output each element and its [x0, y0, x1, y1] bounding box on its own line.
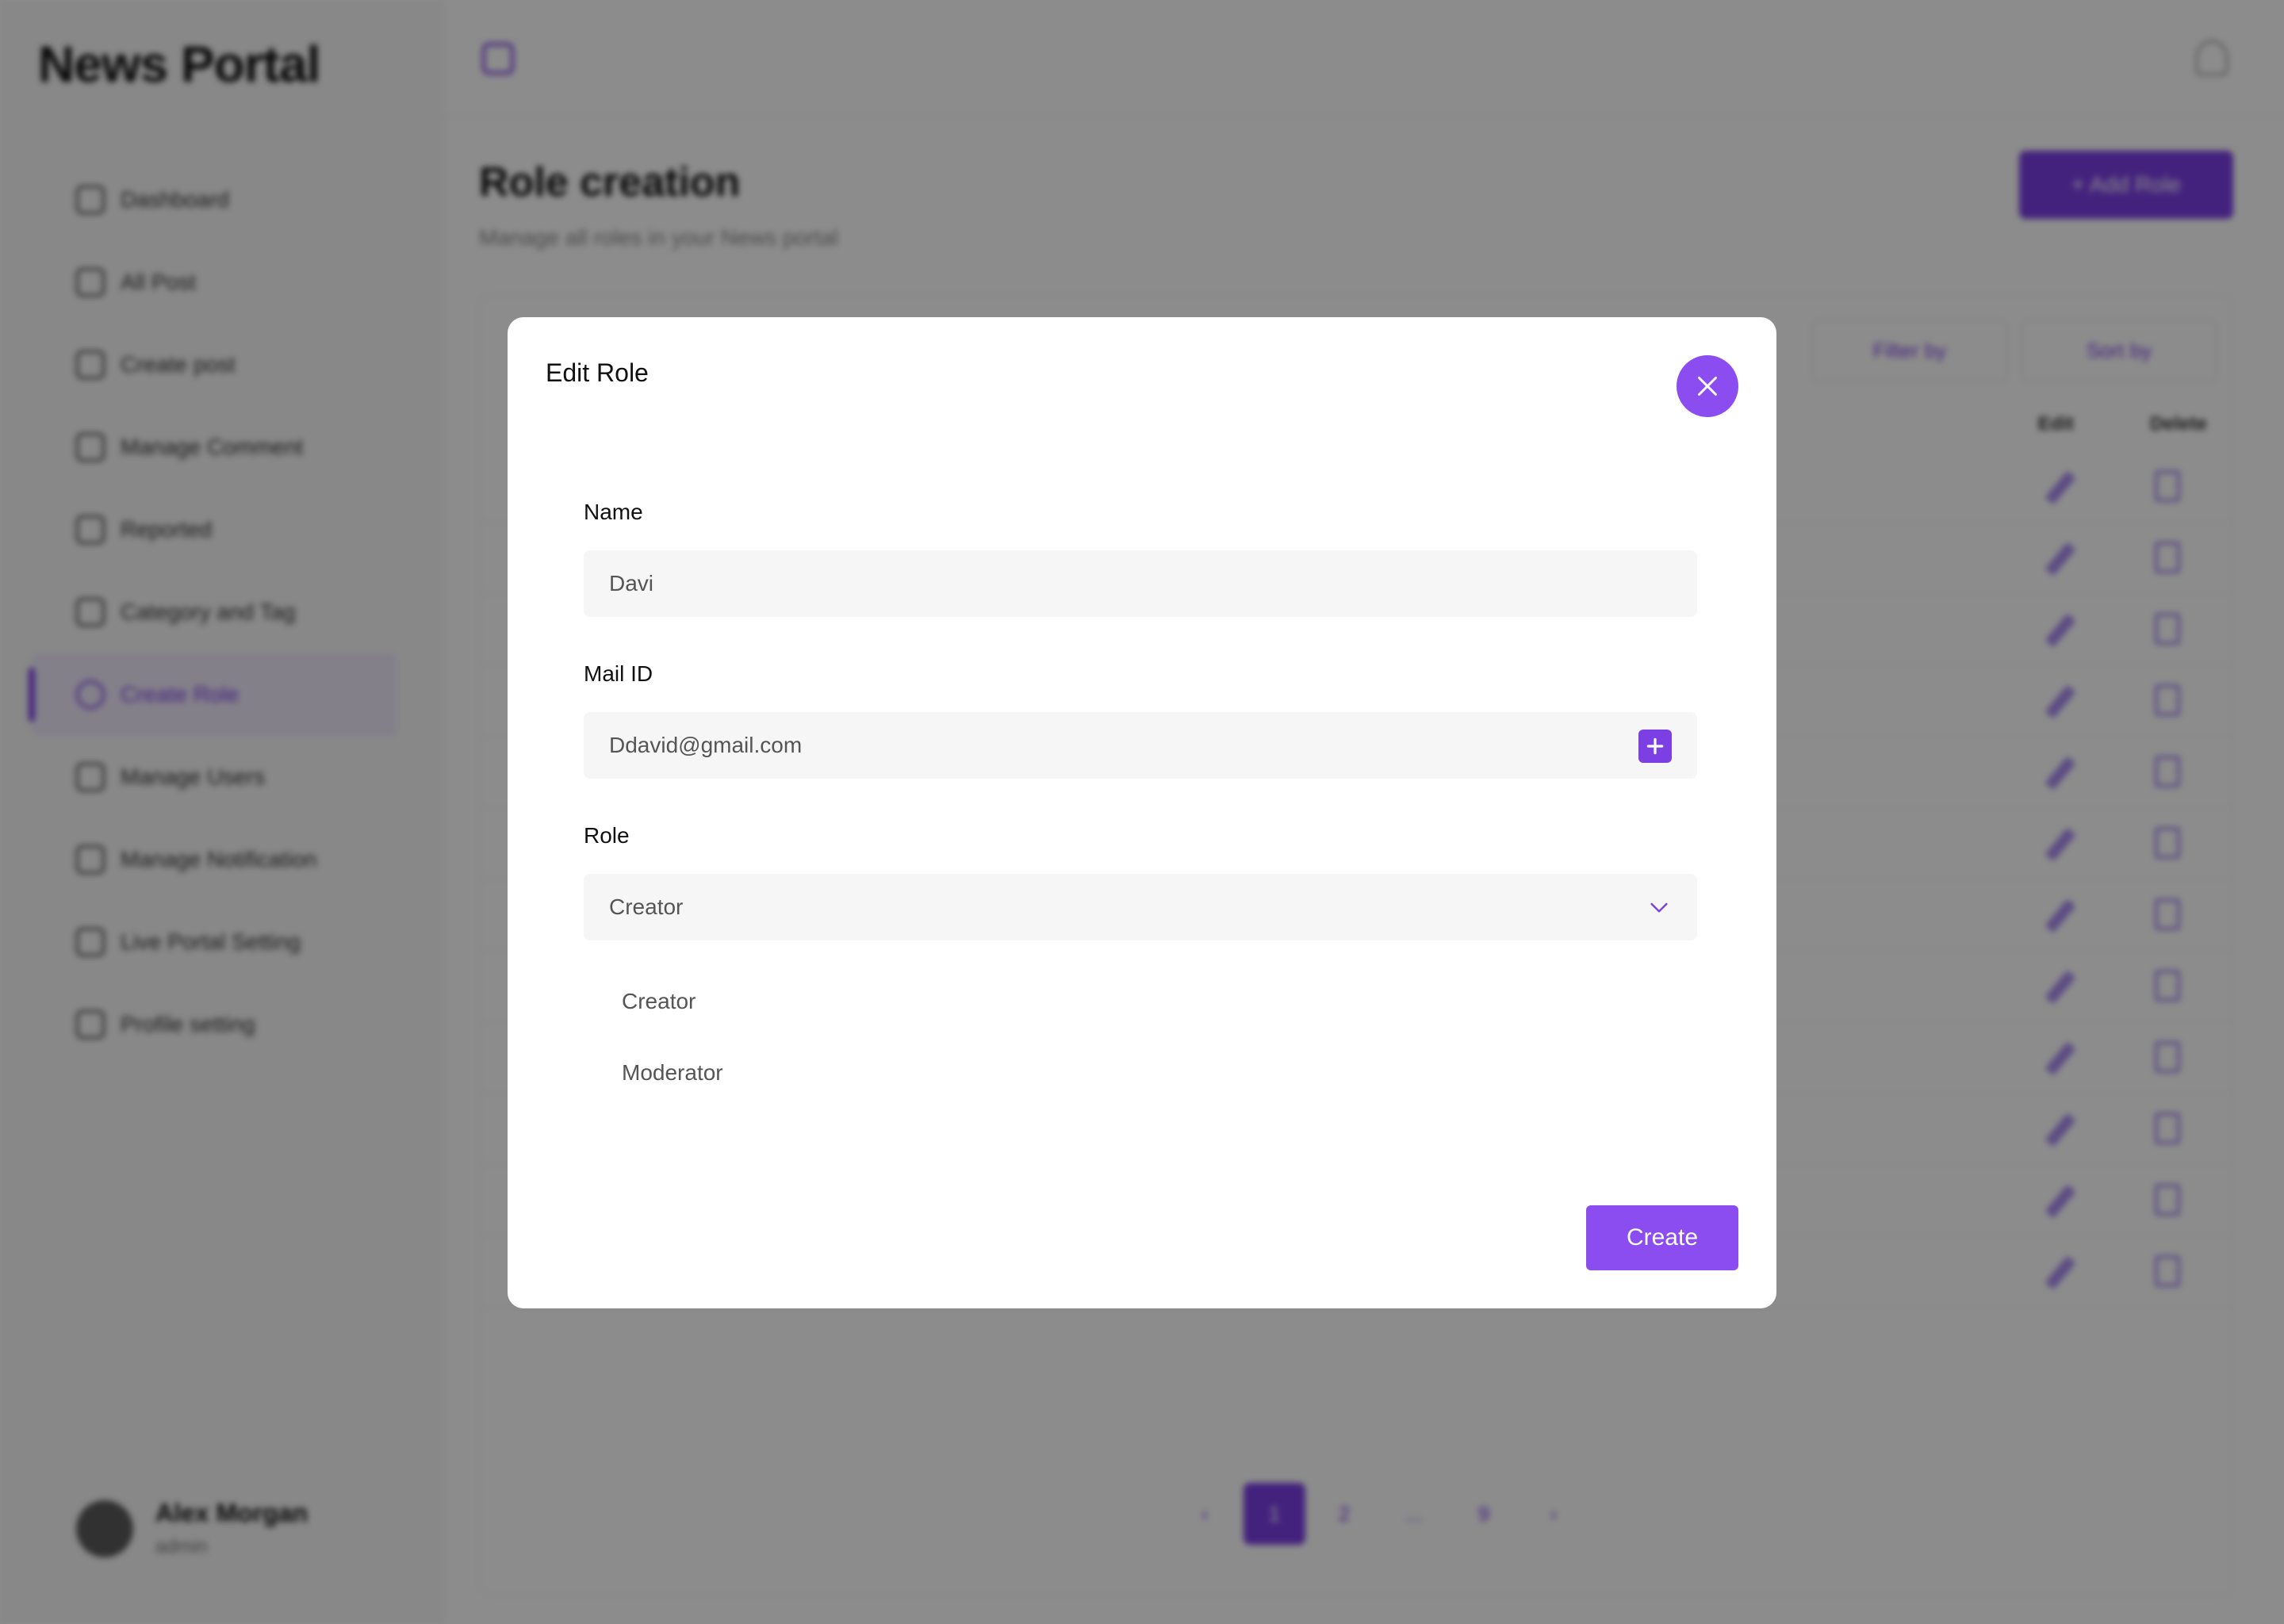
role-selected-value: Creator — [609, 894, 684, 919]
role-options-list: Creator Moderator — [584, 966, 1697, 1109]
edit-role-modal: Edit Role Name Davi Mail ID Ddavid@gmail… — [508, 317, 1776, 1308]
mail-id-input[interactable]: Ddavid@gmail.com — [584, 712, 1697, 779]
create-button[interactable]: Create — [1586, 1205, 1738, 1270]
mail-id-label: Mail ID — [584, 661, 653, 686]
add-mail-button[interactable] — [1638, 730, 1672, 763]
role-select[interactable]: Creator — [584, 874, 1697, 940]
mail-id-value: Ddavid@gmail.com — [609, 733, 803, 757]
name-label: Name — [584, 500, 643, 524]
plus-icon — [1646, 737, 1664, 755]
role-option-moderator[interactable]: Moderator — [584, 1037, 1697, 1109]
chevron-down-icon — [1650, 902, 1668, 913]
role-option-creator[interactable]: Creator — [584, 966, 1697, 1037]
close-icon — [1698, 377, 1717, 396]
name-input[interactable]: Davi — [584, 550, 1697, 617]
role-label: Role — [584, 823, 630, 848]
modal-title: Edit Role — [546, 358, 649, 387]
close-button[interactable] — [1677, 355, 1738, 417]
